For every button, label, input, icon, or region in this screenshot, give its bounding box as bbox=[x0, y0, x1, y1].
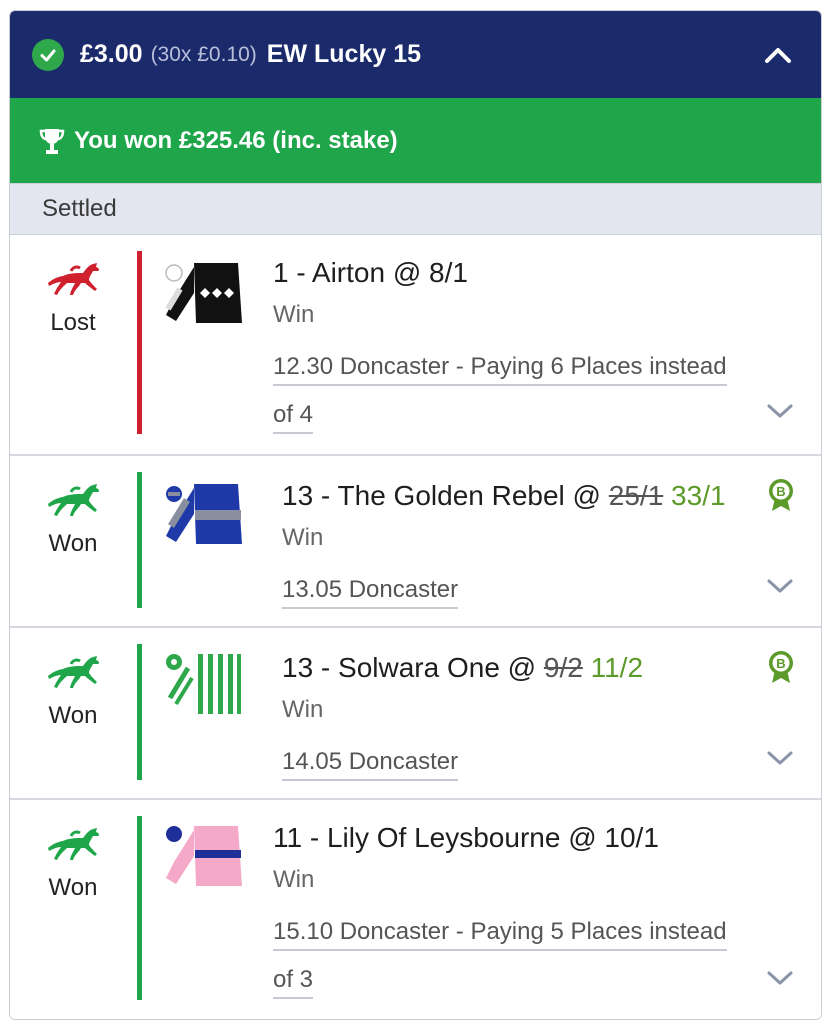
stake-detail: (30x £0.10) bbox=[150, 42, 257, 66]
result-indicator: Won bbox=[10, 826, 136, 902]
race-line-1: 13.05 Doncaster bbox=[282, 576, 459, 609]
result-label: Won bbox=[48, 874, 98, 901]
result-label: Won bbox=[48, 530, 98, 557]
selection-title: 11 - Lily Of Leysbourne @ 10/1 bbox=[273, 822, 659, 853]
chevron-down-icon[interactable] bbox=[765, 576, 795, 596]
race-info[interactable]: 15.10 Doncaster - Paying 5 Places instea… bbox=[273, 908, 727, 1004]
bet-type: EW Lucky 15 bbox=[266, 40, 422, 68]
bet-card: £3.00 (30x £0.10) EW Lucky 15 You won £3… bbox=[9, 10, 822, 1020]
market-label: Win bbox=[273, 866, 315, 893]
selection-row[interactable]: Won 13 - The Golden Rebel @ 25/1 33/1 Wi… bbox=[10, 456, 821, 628]
selection-row[interactable]: Lost 1 - Airton @ 8/1 Win 12.30 Doncaste… bbox=[10, 235, 821, 456]
chevron-up-icon[interactable] bbox=[761, 38, 795, 72]
jockey-silk-icon bbox=[165, 263, 242, 323]
race-line-1: 15.10 Doncaster - Paying 5 Places instea… bbox=[273, 918, 727, 951]
selection-info: 13 - The Golden Rebel @ 25/1 33/1 Win 13… bbox=[282, 480, 726, 614]
result-indicator: Lost bbox=[10, 261, 136, 337]
boost-badge-icon: B bbox=[769, 479, 793, 511]
jockey-silk-icon bbox=[166, 484, 242, 544]
bet-header[interactable]: £3.00 (30x £0.10) EW Lucky 15 bbox=[10, 11, 821, 98]
jockey-silk-icon bbox=[166, 654, 242, 714]
selection-title: 13 - The Golden Rebel @ 25/1 33/1 bbox=[282, 480, 726, 512]
race-line-1: 12.30 Doncaster - Paying 6 Places instea… bbox=[273, 353, 727, 386]
settled-label: Settled bbox=[42, 195, 117, 222]
won-bar bbox=[137, 644, 142, 780]
stake-amount: £3.00 bbox=[80, 40, 143, 68]
race-info[interactable]: 12.30 Doncaster - Paying 6 Places instea… bbox=[273, 343, 727, 439]
selection-title: 13 - Solwara One @ 9/2 11/2 bbox=[282, 652, 643, 684]
old-odds: 9/2 bbox=[543, 652, 583, 683]
horse-icon bbox=[48, 263, 100, 295]
result-label: Lost bbox=[50, 309, 96, 336]
chevron-down-icon[interactable] bbox=[765, 968, 795, 988]
race-line-2: of 4 bbox=[273, 401, 314, 434]
selection-info: 13 - Solwara One @ 9/2 11/2 Win 14.05 Do… bbox=[282, 652, 643, 786]
new-odds: 11/2 bbox=[590, 652, 644, 683]
result-label: Won bbox=[48, 702, 98, 729]
race-line-1: 14.05 Doncaster bbox=[282, 748, 459, 781]
selection-info: 11 - Lily Of Leysbourne @ 10/1 Win 15.10… bbox=[273, 822, 727, 1004]
market-label: Win bbox=[282, 696, 324, 723]
selection-title: 1 - Airton @ 8/1 bbox=[273, 257, 468, 288]
selection-row[interactable]: Won 13 - Solwara One @ 9/2 11/2 Win 14.0… bbox=[10, 628, 821, 800]
race-info[interactable]: 14.05 Doncaster bbox=[282, 738, 643, 786]
win-banner: You won £325.46 (inc. stake) bbox=[10, 98, 821, 183]
selection-name: 13 - The Golden Rebel @ bbox=[282, 480, 609, 511]
win-amount-text: You won £325.46 (inc. stake) bbox=[74, 126, 398, 154]
horse-icon bbox=[48, 484, 100, 516]
won-bar bbox=[137, 472, 142, 608]
horse-icon bbox=[48, 828, 100, 860]
won-bar bbox=[137, 816, 142, 1000]
race-info[interactable]: 13.05 Doncaster bbox=[282, 566, 726, 614]
selection-info: 1 - Airton @ 8/1 Win 12.30 Doncaster - P… bbox=[273, 257, 727, 439]
trophy-icon bbox=[38, 126, 66, 156]
boost-badge-icon: B bbox=[769, 651, 793, 683]
result-indicator: Won bbox=[10, 654, 136, 730]
status-bar: Settled bbox=[10, 183, 821, 235]
selection-row[interactable]: Won 11 - Lily Of Leysbourne @ 10/1 Win 1… bbox=[10, 800, 821, 1019]
race-line-2: of 3 bbox=[273, 966, 314, 999]
chevron-down-icon[interactable] bbox=[765, 401, 795, 421]
market-label: Win bbox=[273, 301, 315, 328]
selection-name: 13 - Solwara One @ bbox=[282, 652, 544, 683]
horse-icon bbox=[48, 656, 100, 688]
lost-bar bbox=[137, 251, 142, 434]
result-indicator: Won bbox=[10, 482, 136, 558]
jockey-silk-icon bbox=[166, 826, 242, 886]
old-odds: 25/1 bbox=[608, 480, 664, 511]
check-circle-icon bbox=[32, 38, 64, 71]
new-odds: 33/1 bbox=[671, 480, 726, 511]
chevron-down-icon[interactable] bbox=[765, 748, 795, 768]
market-label: Win bbox=[282, 524, 324, 551]
svg-text:B: B bbox=[776, 484, 785, 499]
svg-text:B: B bbox=[776, 656, 785, 671]
